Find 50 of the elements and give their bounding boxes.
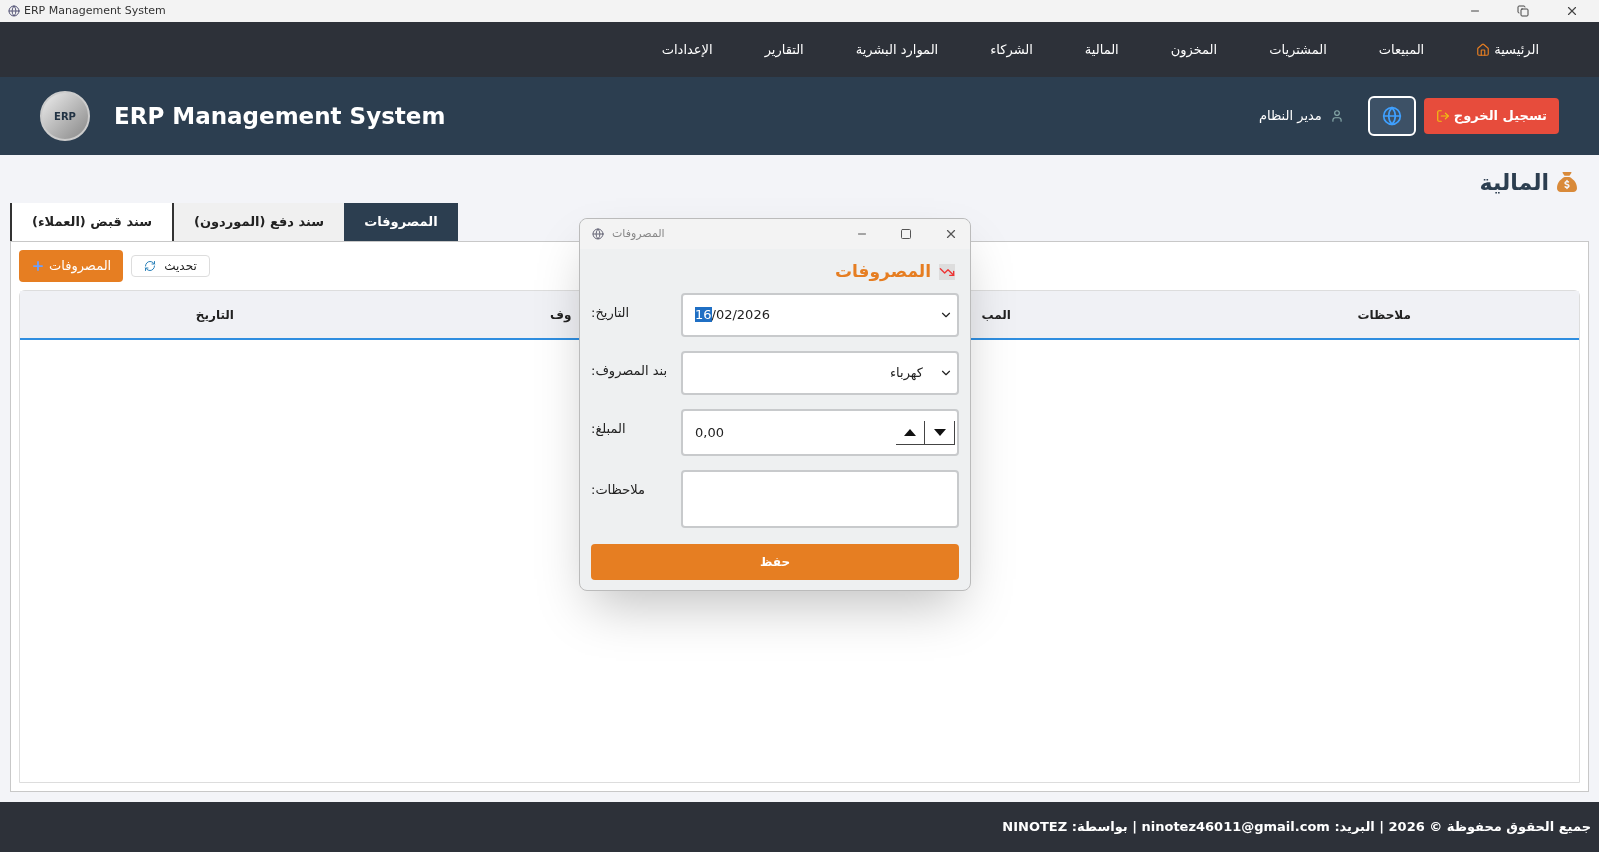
logo: ERP bbox=[40, 91, 90, 141]
tab[interactable]: سند قبض (العملاء) bbox=[10, 203, 172, 241]
restore-icon[interactable] bbox=[1517, 5, 1529, 17]
field-label: التاريخ: bbox=[591, 304, 631, 323]
chart-icon bbox=[939, 264, 955, 280]
globe-icon bbox=[1381, 106, 1402, 126]
window-title: ERP Management System bbox=[24, 2, 166, 19]
nav-item[interactable]: المالية bbox=[1084, 39, 1119, 60]
tab[interactable]: سند دفع (الموردون) bbox=[172, 203, 345, 241]
page-title: المالية bbox=[1479, 168, 1549, 197]
column-header: المب bbox=[981, 306, 1011, 324]
nav-item[interactable]: المبيعات bbox=[1378, 39, 1425, 60]
user-icon bbox=[1329, 109, 1344, 123]
dialog-title: المصروفات bbox=[612, 225, 665, 242]
column-header: التاريخ bbox=[195, 306, 234, 324]
close-icon[interactable] bbox=[944, 227, 958, 241]
plus-icon bbox=[31, 259, 45, 273]
nav-item[interactable]: الشركاء bbox=[990, 39, 1033, 60]
amount-field[interactable]: 0,00 bbox=[681, 409, 959, 456]
app-icon bbox=[8, 5, 20, 17]
language-button[interactable] bbox=[1367, 96, 1416, 136]
field-label: المبلغ: bbox=[591, 420, 627, 438]
nav-item[interactable]: الموارد البشرية bbox=[855, 39, 939, 60]
refresh-button[interactable]: تحديث bbox=[131, 255, 210, 277]
user-name: مدير النظام bbox=[1258, 107, 1322, 126]
nav-item[interactable]: التقارير bbox=[764, 39, 804, 60]
dialog-heading: المصروفات bbox=[834, 260, 931, 284]
refresh-icon bbox=[144, 260, 157, 272]
close-icon[interactable] bbox=[1565, 4, 1579, 18]
column-header: وف bbox=[550, 306, 572, 324]
logout-button[interactable]: تسجيل الخروج bbox=[1423, 98, 1559, 134]
nav-item[interactable]: المشتريات bbox=[1269, 39, 1327, 60]
field-label: ملاحظات: bbox=[591, 481, 646, 499]
footer-text: جميع الحقوق محفوظة © 2026 | البريد: ninotez46011@gmail.com | بواسطة: NINOTEZ bbox=[1002, 818, 1591, 837]
column-header: ملاحظات bbox=[1357, 306, 1411, 324]
tab[interactable]: المصروفات bbox=[344, 203, 458, 241]
dialog-icon bbox=[592, 228, 604, 240]
app-title: ERP Management System bbox=[114, 101, 446, 131]
money-bag-icon bbox=[1557, 172, 1577, 192]
maximize-icon[interactable] bbox=[900, 228, 912, 240]
expense-item-select[interactable]: كهرباء bbox=[681, 351, 959, 395]
notes-field[interactable] bbox=[681, 470, 959, 528]
logout-icon bbox=[1435, 109, 1450, 123]
nav-item[interactable]: الإعدادات bbox=[661, 39, 713, 60]
up-arrow-icon[interactable] bbox=[904, 428, 916, 436]
nav-item[interactable]: المخزون bbox=[1170, 39, 1218, 60]
nav-item[interactable]: الرئيسية bbox=[1476, 39, 1539, 60]
field-label: بند المصروف: bbox=[591, 362, 669, 381]
home-icon bbox=[1476, 42, 1491, 57]
down-arrow-icon[interactable] bbox=[933, 428, 946, 436]
